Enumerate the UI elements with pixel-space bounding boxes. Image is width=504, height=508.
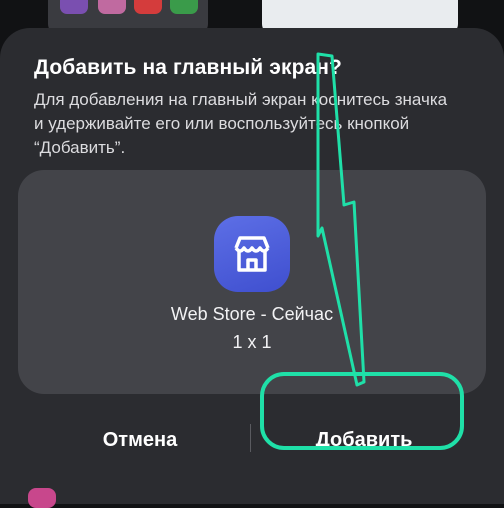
arrow-annotation-icon [316,52,366,387]
background-app-icon [28,488,56,508]
